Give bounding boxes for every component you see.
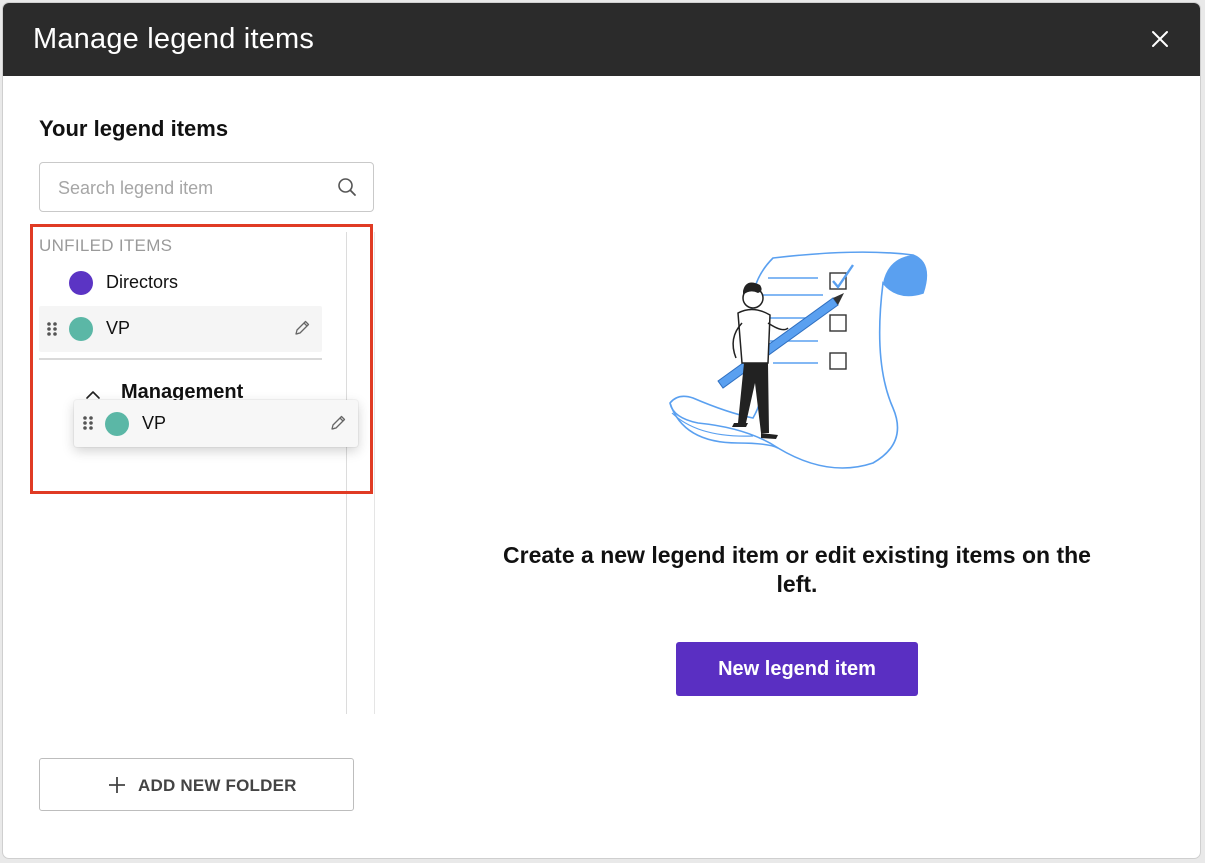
empty-state-illustration — [658, 243, 938, 483]
legend-list: UNFILED ITEMS Directors VP Management — [39, 232, 375, 714]
color-swatch — [69, 317, 93, 341]
legend-item-label: VP — [106, 318, 131, 338]
new-legend-item-button[interactable]: New legend item — [676, 642, 918, 696]
manage-legend-modal: Manage legend items Your legend items UN… — [3, 3, 1200, 858]
legend-list-title: Your legend items — [39, 116, 229, 141]
color-swatch — [69, 271, 93, 295]
plus-icon — [108, 776, 126, 794]
add-new-folder-button[interactable]: ADD NEW FOLDER — [39, 758, 354, 811]
unfiled-section-label: UNFILED ITEMS — [39, 236, 173, 255]
list-scrollbar[interactable] — [346, 232, 347, 714]
drag-handle-icon[interactable] — [82, 415, 94, 431]
drop-divider — [39, 358, 322, 360]
legend-item-vp[interactable]: VP — [39, 306, 322, 352]
search-field[interactable] — [39, 162, 374, 212]
add-folder-label: ADD NEW FOLDER — [138, 776, 297, 795]
edit-pencil-icon[interactable] — [329, 414, 347, 432]
chevron-up-icon[interactable] — [85, 387, 101, 399]
empty-state-message: Create a new legend item or edit existin… — [503, 542, 1091, 597]
modal-title: Manage legend items — [33, 23, 315, 55]
color-swatch — [105, 412, 129, 436]
search-icon[interactable] — [337, 177, 357, 197]
legend-item-label: Directors — [106, 272, 179, 292]
legend-item-directors[interactable]: Directors — [39, 260, 322, 306]
legend-item-label: VP — [142, 413, 167, 433]
drag-handle-icon[interactable] — [46, 321, 58, 337]
search-input[interactable] — [56, 175, 330, 201]
close-icon[interactable] — [1148, 27, 1172, 51]
modal-header: Manage legend items — [3, 3, 1200, 76]
list-scrollbar-edge — [374, 232, 375, 714]
edit-pencil-icon[interactable] — [293, 319, 311, 337]
dragging-legend-item-vp[interactable]: VP — [74, 400, 358, 447]
